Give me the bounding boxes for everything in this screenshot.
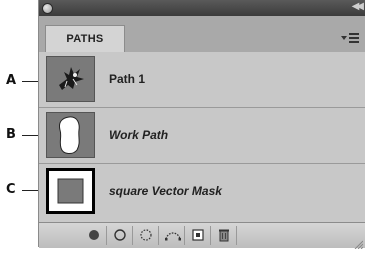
- panel-close-icon[interactable]: [42, 3, 53, 14]
- path-row-label: Path 1: [109, 72, 146, 86]
- make-work-path-button[interactable]: [159, 226, 185, 245]
- path-row-label: square Vector Mask: [109, 184, 222, 198]
- path-row-path-1[interactable]: Path 1: [39, 52, 365, 108]
- paths-panel: ◀◀ PATHS Path 1 Work Path square Vector …: [38, 0, 365, 250]
- stroke-path-button[interactable]: [107, 226, 133, 245]
- make-work-path-icon: [165, 232, 181, 241]
- path-thumbnail: [46, 112, 95, 158]
- path-thumbnail: [46, 56, 95, 102]
- path-row-label: Work Path: [109, 128, 169, 142]
- path-row-work-path[interactable]: Work Path: [39, 108, 365, 164]
- paths-toolbar: [39, 222, 365, 250]
- new-path-button[interactable]: [185, 226, 211, 245]
- delete-path-button[interactable]: [211, 226, 237, 245]
- paths-list: Path 1 Work Path square Vector Mask: [39, 52, 365, 222]
- stroke-path-icon: [114, 229, 126, 241]
- callout-b: B: [6, 127, 16, 142]
- tab-paths[interactable]: PATHS: [45, 25, 125, 52]
- resize-grip-icon[interactable]: [353, 236, 364, 250]
- path-row-vector-mask[interactable]: square Vector Mask: [39, 164, 365, 220]
- load-as-selection-button[interactable]: [133, 226, 159, 245]
- callout-a: A: [6, 73, 17, 88]
- fill-path-icon: [89, 230, 99, 240]
- path-thumbnail: [46, 168, 95, 214]
- panel-menu-button[interactable]: [341, 32, 359, 46]
- tab-strip: PATHS: [39, 16, 365, 53]
- blob-shape-icon: [59, 116, 80, 154]
- menu-lines-icon: [349, 33, 359, 45]
- callout-c: C: [6, 182, 16, 197]
- square-shape-icon: [57, 178, 84, 204]
- plant-shape-icon: [59, 67, 84, 90]
- collapse-icon[interactable]: ◀◀: [352, 1, 365, 12]
- menu-arrow-icon: [341, 36, 347, 40]
- fill-path-button[interactable]: [81, 226, 107, 245]
- panel-titlebar: ◀◀: [39, 0, 365, 16]
- load-as-selection-icon: [140, 229, 152, 241]
- new-path-icon: [192, 229, 204, 241]
- delete-path-icon: [219, 229, 229, 242]
